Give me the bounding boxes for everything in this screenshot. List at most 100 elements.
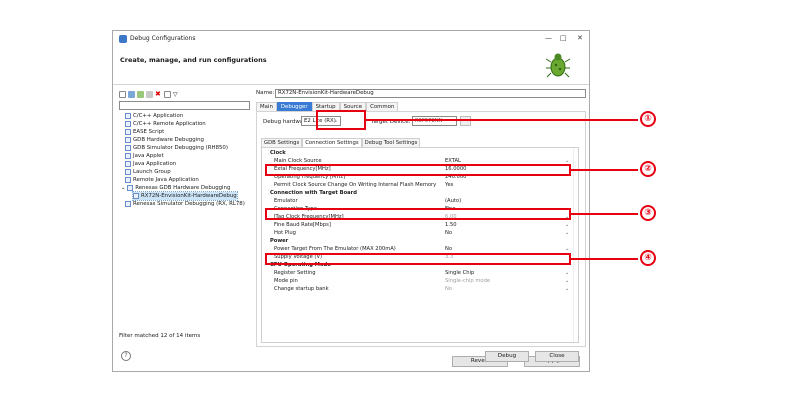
dropdown-arrow-icon[interactable]: ⌄ xyxy=(565,245,569,253)
debug-configurations-window: Debug Configurations — □ ✕ Create, manag… xyxy=(112,30,590,372)
collapse-all-icon[interactable] xyxy=(164,90,171,98)
tab-gdb-settings[interactable]: GDB Settings xyxy=(261,138,303,147)
table-row[interactable]: Power Target From The Emulator (MAX 200m… xyxy=(262,245,572,253)
setting-value[interactable]: Yes xyxy=(445,181,453,189)
tree-item[interactable]: Launch Group xyxy=(125,168,171,176)
setting-value[interactable]: No xyxy=(445,229,452,237)
tree-item-label: Launch Group xyxy=(133,169,171,175)
config-type-icon xyxy=(125,168,131,175)
tree-item[interactable]: Remote Java Application xyxy=(125,176,199,184)
config-type-icon xyxy=(127,184,134,191)
tree-item[interactable]: GDB Hardware Debugging xyxy=(125,136,204,144)
setting-value[interactable]: Single-chip mode xyxy=(445,277,490,285)
minimize-button[interactable]: — xyxy=(545,34,552,42)
tree-item[interactable]: RX72N-EnvisionKit-HardwareDebug xyxy=(132,191,238,201)
tree-item-label: GDB Hardware Debugging xyxy=(133,137,204,143)
tree-item-label: Java Application xyxy=(133,161,177,167)
new-config-icon[interactable] xyxy=(119,90,126,98)
setting-value[interactable]: 1.50 xyxy=(445,221,457,229)
title-bar: Debug Configurations — □ ✕ xyxy=(113,31,589,47)
setting-name: Clock xyxy=(270,150,286,156)
delete-icon[interactable]: ✖ xyxy=(155,90,162,98)
callout-marker-2: ② xyxy=(640,161,656,177)
setting-name: Hot Plug xyxy=(274,230,296,236)
highlight-connection-type xyxy=(265,208,571,220)
tree-item[interactable]: Java Applet xyxy=(125,152,164,160)
setting-name: Power xyxy=(270,238,289,244)
config-type-icon xyxy=(133,192,139,199)
filter-status: Filter matched 12 of 14 items xyxy=(119,333,201,339)
callout-marker-1: ① xyxy=(640,111,656,127)
table-row[interactable]: Mode pin Single-chip mode ⌄ xyxy=(262,277,572,285)
export-icon[interactable] xyxy=(137,90,144,98)
tab-debug-tool-settings[interactable]: Debug Tool Settings xyxy=(361,138,421,147)
config-type-icon xyxy=(125,176,131,183)
setting-value[interactable]: Single Chip xyxy=(445,269,474,277)
callout-line-2 xyxy=(571,169,638,171)
tree-item-label: EASE Script xyxy=(133,129,165,135)
debugger-tab-body: Debug hardware: E2 Lite (RX) ⌄ Target De… xyxy=(256,111,586,347)
config-type-icon xyxy=(125,152,131,159)
dropdown-arrow-icon[interactable]: ⌄ xyxy=(565,229,569,237)
table-category-row: Connection with Target Board⌄ xyxy=(262,189,572,197)
tree-item[interactable]: Renesas Simulator Debugging (RX, RL78) xyxy=(125,200,245,208)
help-icon[interactable]: ? xyxy=(121,351,131,361)
config-type-icon xyxy=(125,144,131,151)
page-title: Create, manage, and run configurations xyxy=(120,56,267,64)
tree-item-label: RX72N-EnvisionKit-HardwareDebug xyxy=(141,193,237,199)
new-prototype-icon[interactable] xyxy=(128,90,135,98)
table-row[interactable]: Emulator (Auto) xyxy=(262,197,572,205)
setting-value[interactable]: (Auto) xyxy=(445,197,461,205)
setting-name: Mode pin xyxy=(274,278,298,284)
name-input[interactable]: RX72N-EnvisionKit-HardwareDebug xyxy=(275,89,586,98)
window-title: Debug Configurations xyxy=(130,35,196,42)
main-tabs: Main Debugger Startup Source Common xyxy=(256,101,586,111)
configuration-list-pane: ✖ ▽ C/C++ Application C/C++ Remote Applic… xyxy=(119,89,250,347)
target-device-browse-button[interactable] xyxy=(460,116,471,126)
callout-marker-3: ③ xyxy=(640,205,656,221)
table-row[interactable]: Permit Clock Source Change On Writing In… xyxy=(262,181,572,189)
tab-common[interactable]: Common xyxy=(366,101,399,111)
target-device-input[interactable]: R5F572NN xyxy=(412,116,457,126)
debugger-subtabs: GDB Settings Connection Settings Debug T… xyxy=(261,138,421,147)
tree-item[interactable]: EASE Script xyxy=(125,128,164,136)
tree-item-label: Renesas GDB Hardware Debugging xyxy=(135,185,231,191)
dropdown-arrow-icon[interactable]: ⌄ xyxy=(565,277,569,285)
tab-main[interactable]: Main xyxy=(256,101,277,111)
tree-item-label: Renesas Simulator Debugging (RX, RL78) xyxy=(133,201,245,207)
duplicate-icon[interactable] xyxy=(146,90,153,98)
tree-item-label: C/C++ Remote Application xyxy=(133,121,206,127)
tab-connection-settings[interactable]: Connection Settings xyxy=(302,138,362,147)
tree-item[interactable]: ⌄ Renesas GDB Hardware Debugging xyxy=(121,184,230,192)
callout-line-4 xyxy=(571,258,638,260)
close-window-button[interactable]: ✕ xyxy=(577,34,583,42)
dropdown-arrow-icon[interactable]: ⌄ xyxy=(565,285,569,293)
table-row[interactable]: Change startup bank No ⌄ xyxy=(262,285,572,293)
table-row[interactable]: Register Setting Single Chip ⌄ xyxy=(262,269,572,277)
filter-icon[interactable]: ▽ xyxy=(173,91,180,98)
tree-item[interactable]: Java Application xyxy=(125,160,176,168)
dropdown-arrow-icon[interactable]: ⌄ xyxy=(565,269,569,277)
highlight-extal-frequency xyxy=(265,164,571,176)
maximize-button[interactable]: □ xyxy=(560,34,567,42)
table-row[interactable]: Hot Plug No ⌄ xyxy=(262,229,572,237)
setting-name: Power Target From The Emulator (MAX 200m… xyxy=(274,246,396,252)
close-button[interactable]: Close xyxy=(535,351,579,362)
setting-name: Fine Baud Rate[Mbps] xyxy=(274,222,331,228)
setting-name: Connection with Target Board xyxy=(270,190,357,196)
setting-name: Change startup bank xyxy=(274,286,329,292)
tree-item[interactable]: GDB Simulator Debugging (RH850) xyxy=(125,144,228,152)
setting-value[interactable]: No xyxy=(445,245,452,253)
tree-item[interactable]: C/C++ Application xyxy=(125,112,183,120)
setting-name: Register Setting xyxy=(274,270,316,276)
setting-value[interactable]: No xyxy=(445,285,452,293)
vertical-scrollbar[interactable] xyxy=(573,148,578,342)
debug-button[interactable]: Debug xyxy=(485,351,529,362)
table-row[interactable]: Fine Baud Rate[Mbps] 1.50 ⌄ xyxy=(262,221,572,229)
highlight-power-target xyxy=(265,253,571,265)
config-type-icon xyxy=(125,160,131,167)
filter-input[interactable] xyxy=(119,101,250,110)
dropdown-arrow-icon[interactable]: ⌄ xyxy=(565,221,569,229)
tab-debugger[interactable]: Debugger xyxy=(276,101,312,111)
tree-item[interactable]: C/C++ Remote Application xyxy=(125,120,206,128)
